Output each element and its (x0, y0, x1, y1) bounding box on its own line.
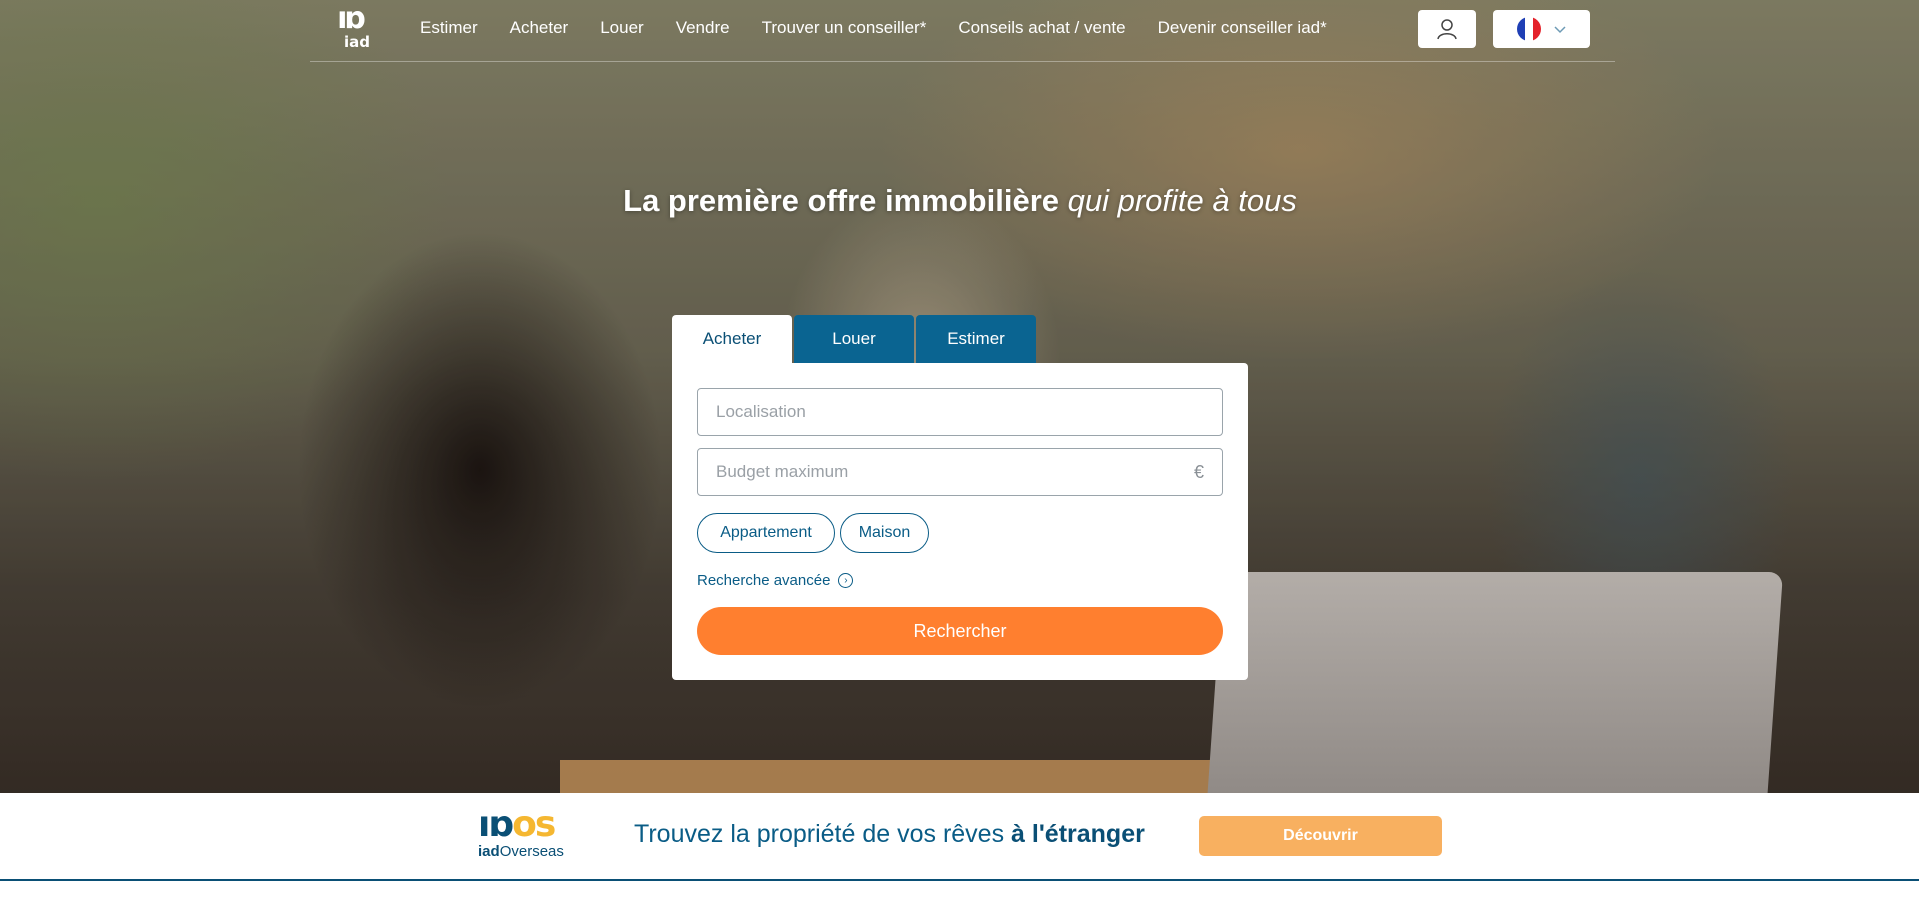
overseas-tagline: Trouvez la propriété de vos rêves à l'ét… (634, 820, 1145, 849)
search-button[interactable]: Rechercher (697, 607, 1223, 655)
advanced-search-label: Recherche avancée (697, 572, 831, 589)
tab-acheter[interactable]: Acheter (672, 315, 792, 363)
iad-logo-mark: ıɒ (337, 1, 366, 36)
iad-logo-word: iad (343, 33, 370, 51)
chip-appartement[interactable]: Appartement (697, 513, 835, 553)
nav-estimer[interactable]: Estimer (420, 18, 478, 38)
tab-louer[interactable]: Louer (794, 315, 914, 363)
nav-louer[interactable]: Louer (600, 18, 643, 38)
france-flag-icon (1516, 17, 1541, 41)
overseas-tagline-regular: Trouvez la propriété de vos rêves (634, 820, 1005, 848)
overseas-banner: ıɒos iadOverseas Trouvez la propriété de… (0, 793, 1919, 881)
account-button[interactable] (1418, 10, 1476, 48)
top-navigation: ıɒ iad Estimer Acheter Louer Vendre Trou… (310, 0, 1615, 62)
nav-vendre[interactable]: Vendre (676, 18, 730, 38)
tab-estimer[interactable]: Estimer (916, 315, 1036, 363)
search-tabs: Acheter Louer Estimer (672, 315, 1036, 363)
nav-acheter[interactable]: Acheter (510, 18, 569, 38)
hero-headline: La première offre immobilière qui profit… (610, 183, 1310, 219)
nav-trouver-conseiller[interactable]: Trouver un conseiller* (762, 18, 927, 38)
iad-logo[interactable]: ıɒ iad (325, 4, 375, 56)
budget-placeholder: Budget maximum (716, 462, 849, 481)
hero-table-shape (560, 760, 1260, 793)
nav-devenir-conseiller[interactable]: Devenir conseiller iad* (1158, 18, 1327, 38)
budget-input[interactable]: Budget maximum € (697, 448, 1223, 496)
chevron-right-circle-icon: › (838, 573, 854, 588)
headline-italic: qui profite à tous (1067, 183, 1297, 218)
iad-overseas-logo[interactable]: ıɒos iadOverseas (478, 807, 573, 867)
main-nav: Estimer Acheter Louer Vendre Trouver un … (420, 18, 1359, 38)
chip-maison[interactable]: Maison (840, 513, 929, 553)
overseas-logo-mark: ıɒos (478, 804, 556, 845)
location-placeholder: Localisation (716, 402, 806, 421)
overseas-logo-word: iadOverseas (478, 843, 564, 860)
advanced-search-link[interactable]: Recherche avancée › (697, 572, 854, 589)
euro-icon: € (1193, 461, 1204, 482)
nav-conseils[interactable]: Conseils achat / vente (958, 18, 1125, 38)
search-card: Localisation Budget maximum € Appartemen… (672, 363, 1248, 680)
discover-button[interactable]: Découvrir (1199, 816, 1442, 856)
headline-bold: La première offre immobilière (623, 183, 1060, 218)
chevron-down-icon (1553, 26, 1566, 34)
language-selector[interactable] (1493, 10, 1590, 48)
hero-laptop-shape (1206, 572, 1784, 793)
location-input[interactable]: Localisation (697, 388, 1223, 436)
overseas-tagline-bold: à l'étranger (1011, 820, 1145, 848)
user-icon (1437, 19, 1457, 40)
